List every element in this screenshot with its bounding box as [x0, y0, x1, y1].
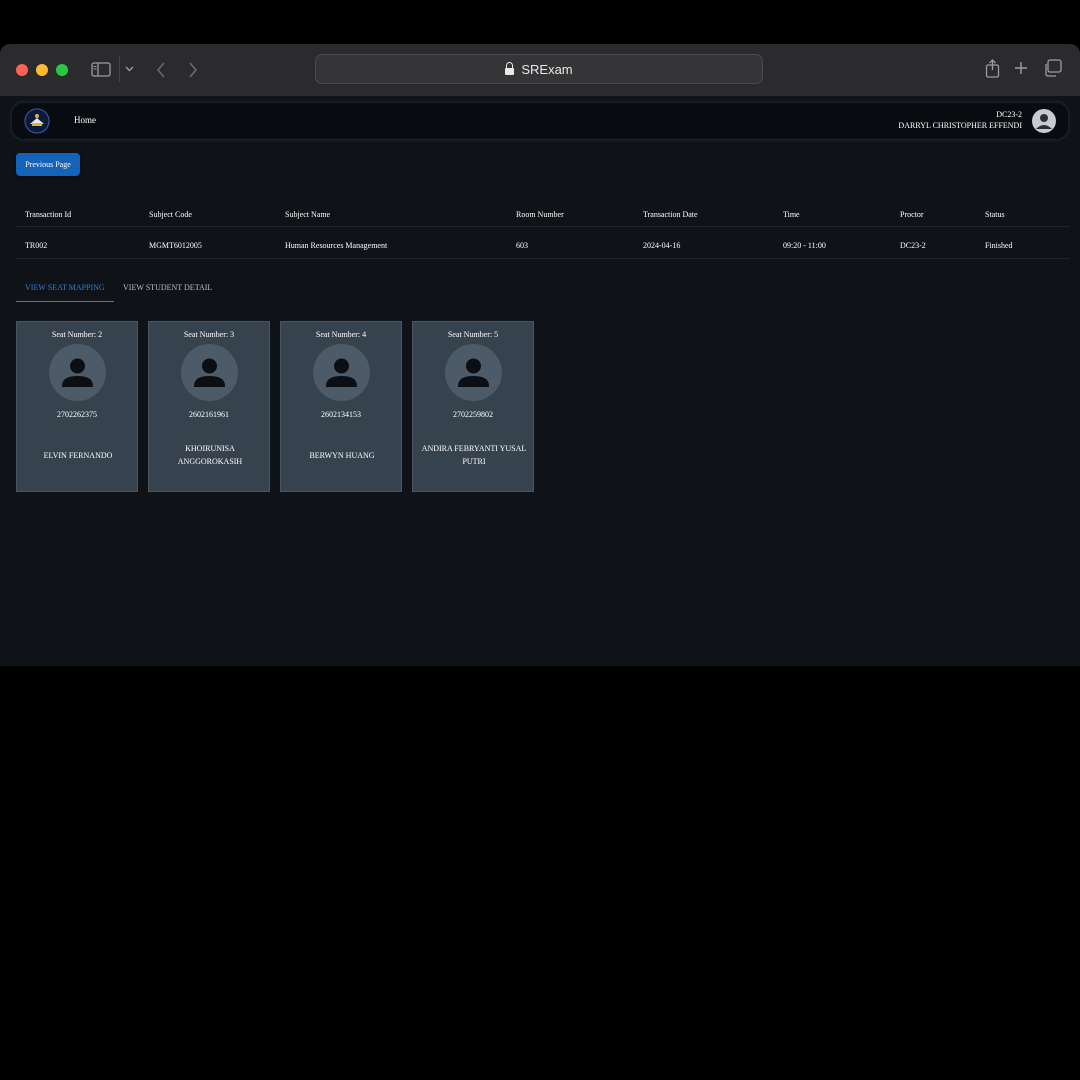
- forward-arrow-icon[interactable]: [188, 62, 198, 78]
- student-id: 2602134153: [321, 410, 361, 419]
- lock-icon: [505, 61, 515, 75]
- cell-status: Finished: [985, 241, 1013, 250]
- minimize-window-button[interactable]: [36, 64, 48, 76]
- seat-number: Seat Number: 4: [315, 330, 367, 339]
- share-icon[interactable]: [985, 59, 1000, 78]
- toolbar-divider: [119, 56, 120, 82]
- student-avatar-icon: [181, 344, 238, 401]
- seat-card[interactable]: Seat Number: 5 2702259802 ANDIRA FEBRYAN…: [412, 321, 534, 492]
- student-avatar-icon: [445, 344, 502, 401]
- student-name: ANDIRA FEBRYANTI YUSAL PUTRI: [421, 444, 527, 466]
- tab-overview-icon[interactable]: [1043, 59, 1062, 77]
- user-code: DC23-2: [996, 110, 1022, 119]
- cell-room-number: 603: [516, 241, 528, 250]
- header-subject-code: Subject Code: [149, 210, 192, 219]
- student-name: ELVIN FERNANDO: [43, 450, 113, 460]
- address-bar[interactable]: SRExam: [315, 54, 763, 84]
- tab-view-seat-mapping[interactable]: VIEW SEAT MAPPING: [25, 283, 105, 292]
- student-avatar-icon: [313, 344, 370, 401]
- sidebar-icon[interactable]: [91, 62, 111, 77]
- university-logo[interactable]: [24, 108, 50, 134]
- table-divider: [16, 258, 1070, 259]
- back-arrow-icon[interactable]: [156, 62, 166, 78]
- cell-proctor: DC23-2: [900, 241, 926, 250]
- header-transaction-id: Transaction Id: [25, 210, 72, 219]
- new-tab-icon[interactable]: [1014, 61, 1028, 75]
- active-tab-indicator: [16, 301, 114, 302]
- page-content: Home DC23-2 DARRYL CHRISTOPHER EFFENDI P…: [0, 96, 1080, 666]
- header-time: Time: [783, 210, 800, 219]
- nav-home-link[interactable]: Home: [74, 115, 96, 125]
- previous-page-button[interactable]: Previous Page: [16, 153, 80, 176]
- seat-card[interactable]: Seat Number: 3 2602161961 KHOIRUNISA ANG…: [148, 321, 270, 492]
- header-transaction-date: Transaction Date: [643, 210, 698, 219]
- student-avatar-icon: [49, 344, 106, 401]
- top-navbar: Home DC23-2 DARRYL CHRISTOPHER EFFENDI: [12, 103, 1068, 139]
- student-id: 2602161961: [189, 410, 229, 419]
- cell-subject-name: Human Resources Management: [285, 241, 388, 250]
- chevron-down-icon[interactable]: [125, 66, 134, 72]
- cell-time: 09:20 - 11:00: [783, 241, 826, 250]
- student-id: 2702259802: [453, 410, 493, 419]
- student-name: KHOIRUNISA ANGGOROKASIH: [177, 444, 243, 466]
- seat-card[interactable]: Seat Number: 4 2602134153 BERWYN HUANG: [280, 321, 402, 492]
- seat-card[interactable]: Seat Number: 2 2702262375 ELVIN FERNANDO: [16, 321, 138, 492]
- header-subject-name: Subject Name: [285, 210, 331, 219]
- cell-transaction-date: 2024-04-16: [643, 241, 681, 250]
- header-proctor: Proctor: [900, 210, 924, 219]
- close-window-button[interactable]: [16, 64, 28, 76]
- user-name: DARRYL CHRISTOPHER EFFENDI: [898, 121, 1022, 130]
- student-name: BERWYN HUANG: [309, 450, 375, 460]
- header-room-number: Room Number: [516, 210, 564, 219]
- seat-number: Seat Number: 2: [51, 330, 103, 339]
- seat-number: Seat Number: 5: [447, 330, 499, 339]
- student-id: 2702262375: [57, 410, 97, 419]
- tab-view-student-detail[interactable]: VIEW STUDENT DETAIL: [123, 283, 212, 292]
- cell-transaction-id: TR002: [25, 241, 48, 250]
- table-divider: [16, 226, 1070, 227]
- address-bar-text: SRExam: [521, 61, 573, 77]
- header-status: Status: [985, 210, 1005, 219]
- browser-window: SRExam Home DC23-2 DARRYL CHRISTOPHER EF…: [0, 44, 1080, 666]
- cell-subject-code: MGMT6012005: [149, 241, 202, 250]
- user-avatar-icon[interactable]: [1032, 109, 1056, 133]
- seat-number: Seat Number: 3: [183, 330, 235, 339]
- browser-toolbar: SRExam: [0, 44, 1080, 97]
- maximize-window-button[interactable]: [56, 64, 68, 76]
